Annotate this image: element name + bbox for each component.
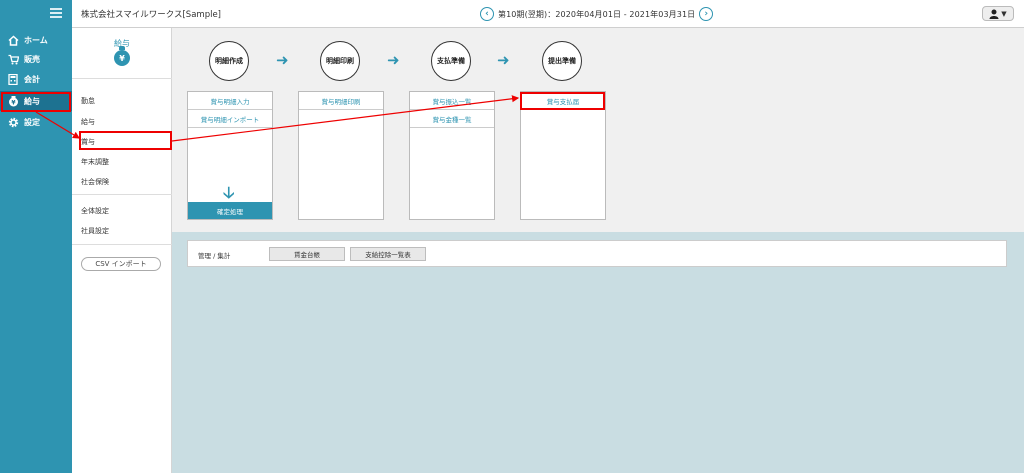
annotation-arrows — [35, 95, 520, 142]
annotation-arrow — [171, 95, 520, 142]
annotation-arrow — [35, 111, 81, 139]
